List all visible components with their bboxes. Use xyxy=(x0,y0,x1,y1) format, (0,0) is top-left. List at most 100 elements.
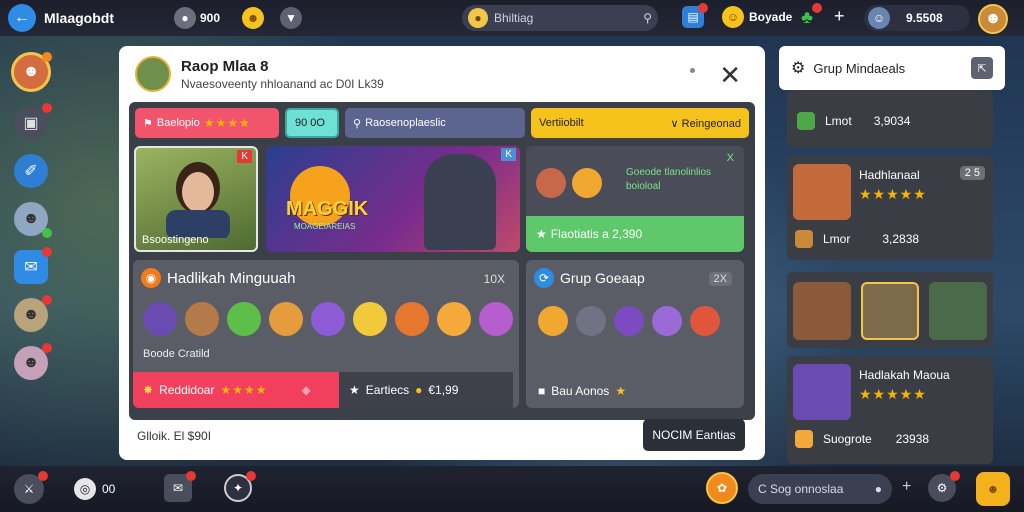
group-card-3[interactable] xyxy=(787,272,993,348)
row-value: 23938 xyxy=(895,432,930,446)
boosts-button[interactable]: ☺ Boyade xyxy=(722,6,792,28)
panel-footer-button[interactable]: NOCIM Eantias xyxy=(643,419,745,451)
egg-creature-icon[interactable] xyxy=(269,302,303,336)
red-orb-icon[interactable] xyxy=(690,306,720,336)
bottom-search-field[interactable]: C Sog onnoslaa ● xyxy=(748,474,892,504)
rail-inventory-button[interactable]: ▣ xyxy=(14,103,52,140)
lilac-orb-icon[interactable] xyxy=(652,306,682,336)
bottom-counter[interactable]: ◎ 00 xyxy=(74,478,115,500)
bottom-compass-button[interactable]: ✦ xyxy=(224,471,256,502)
rating-stars: ★★★★ xyxy=(203,116,251,130)
cowboy-portrait[interactable] xyxy=(793,282,851,340)
featured-hero-card[interactable]: K Bsoostingeno xyxy=(134,146,258,252)
notification-badge xyxy=(812,3,822,13)
goblin-icon xyxy=(797,112,815,130)
collection-label: Boode Cratild xyxy=(143,348,210,360)
close-button[interactable]: ✕ xyxy=(719,60,741,91)
bottom-add-button[interactable]: + xyxy=(902,478,911,496)
filter-chip-sort[interactable]: Vertiiobilt ∨ Reingeonad xyxy=(531,108,749,138)
plus-icon: + xyxy=(902,478,912,495)
armored-cat-portrait[interactable] xyxy=(861,282,919,340)
search-icon: ⚲ xyxy=(643,11,652,25)
player-avatar-icon: ☺ xyxy=(868,7,890,29)
quill-icon: ✐ xyxy=(24,163,38,180)
rail-avatar-hero[interactable]: ☻ xyxy=(11,52,52,92)
notification-badge xyxy=(186,471,196,481)
guild-avatar-icon: ☻ xyxy=(22,354,40,371)
row-content: Suogrote 23938 xyxy=(795,430,929,448)
top-search-field[interactable]: ● Bhiltiag ⚲ xyxy=(462,5,658,31)
collection-count: 10X xyxy=(483,272,505,286)
star-icon: ★ xyxy=(536,227,547,241)
bottom-profile-button[interactable]: ☻ xyxy=(976,472,1010,506)
filter-chip-rating[interactable]: ⚑ Baelopio ★★★★ xyxy=(135,108,279,138)
rail-chat-button[interactable]: ✉ xyxy=(14,247,52,284)
creature-row xyxy=(143,302,513,336)
hooded-creature-portrait xyxy=(793,364,851,420)
purple-creature-icon[interactable] xyxy=(143,302,177,336)
back-button[interactable]: ← xyxy=(8,4,36,32)
bird-creature-icon[interactable] xyxy=(353,302,387,336)
tiger-creature-icon[interactable] xyxy=(437,302,471,336)
rail-friend-button[interactable]: ☻ xyxy=(14,202,52,238)
panel-title: Raop Mlaa 8 xyxy=(181,57,269,75)
group-card-4[interactable]: Hadlakah Maoua ★★★★★ Suogrote 23938 xyxy=(787,356,993,464)
collection-card[interactable]: ◉ Hadlikah Minguuah 10X Boode Cratild ✸ … xyxy=(133,260,519,408)
panel-body: ⚑ Baelopio ★★★★ 90 0O ⚲ Raosenoplaeslic … xyxy=(129,102,755,420)
profile-avatar[interactable]: ☻ xyxy=(978,4,1008,34)
panel-subtitle: Nvaesoveenty nhloanand ac D0I Lk39 xyxy=(181,76,384,91)
soldier-portrait[interactable] xyxy=(929,282,987,340)
violet-orb-icon[interactable] xyxy=(614,306,644,336)
bottom-quest-button[interactable]: ⚔ xyxy=(14,471,48,504)
calendar-button[interactable]: ▤ xyxy=(682,3,708,28)
row-name: Lmot xyxy=(825,114,852,128)
reward-label: Reddidoar xyxy=(159,383,215,397)
chip-label: Raosenoplaeslic xyxy=(365,117,446,129)
magic-event-card[interactable]: MAGGIK MOAGEIAREIAS K xyxy=(266,146,520,252)
reward-button[interactable]: ✸ Reddidoar ★★★★ ◆ xyxy=(133,372,339,408)
shield-icon: ▼ xyxy=(280,7,303,29)
fox-creature-icon[interactable] xyxy=(395,302,429,336)
panel-footer-text: Glloik. El $90I xyxy=(137,429,212,443)
group-row-1[interactable]: Lmot 3,9034 xyxy=(787,90,993,148)
player-avatar[interactable] xyxy=(135,56,171,92)
clover-button[interactable]: ♣ xyxy=(796,3,822,28)
corner-badge: K xyxy=(237,150,252,163)
filter-chip-search[interactable]: ⚲ Raosenoplaeslic xyxy=(345,108,525,138)
puzzle-icon: ■ xyxy=(538,384,546,398)
magic-subtitle: MOAGEIAREIAS xyxy=(294,222,356,231)
offer-card[interactable]: Goeode tlanolinlios boioloal X ★ Flaotia… xyxy=(526,146,744,252)
bottom-fire-button[interactable]: ✿ xyxy=(706,472,738,504)
add-button[interactable]: + xyxy=(834,6,845,27)
pink-creature-icon[interactable] xyxy=(479,302,513,336)
bottom-settings-button[interactable]: ⚙ xyxy=(928,471,960,502)
group-card[interactable]: ⟳ Grup Goeaap 2X ■ Bau Aonos ★ xyxy=(526,260,744,408)
top-search-placeholder: Bhiltiag xyxy=(494,11,534,25)
rail-quest-button[interactable]: ✐ xyxy=(14,154,48,188)
rail-ally-button[interactable]: ☻ xyxy=(14,295,52,332)
warrior-creature-icon[interactable] xyxy=(185,302,219,336)
stone-orb-icon[interactable] xyxy=(576,306,606,336)
goblin-creature-icon[interactable] xyxy=(227,302,261,336)
orb-creature-icon[interactable] xyxy=(311,302,345,336)
gold-orb-icon[interactable] xyxy=(538,306,568,336)
gold-counter[interactable]: ☺ 9.5508 xyxy=(864,5,970,31)
chick-button[interactable]: ☻ xyxy=(242,7,265,29)
bottom-mail-button[interactable]: ✉ xyxy=(164,471,196,502)
row-content: Lmot 3,9034 xyxy=(797,112,910,130)
row-name: Lmor xyxy=(823,232,851,246)
badge-icon xyxy=(795,430,813,448)
coins-counter[interactable]: ● 900 xyxy=(174,7,220,29)
rail-guild-button[interactable]: ☻ xyxy=(14,343,52,380)
group-card-2[interactable]: Hadhlanaal 2 5 ★★★★★ Lmor 3,2838 xyxy=(787,156,993,260)
chip-label: Vertiiobilt xyxy=(539,117,584,129)
friend-avatar-icon: ☻ xyxy=(22,210,40,227)
purchase-button[interactable]: ★ Eartiecs ● €1,99 xyxy=(339,372,513,408)
gear-icon: ⚙ xyxy=(791,60,806,77)
filter-chip-count[interactable]: 90 0O xyxy=(285,108,339,138)
group-footer-label: Bau Aonos xyxy=(551,384,610,398)
offer-close-button[interactable]: X xyxy=(727,152,734,164)
shield-button[interactable]: ▼ xyxy=(280,7,303,29)
offer-buy-button[interactable]: ★ Flaotiatis a 2,390 xyxy=(526,216,744,252)
expand-button[interactable]: ⇱ xyxy=(971,57,993,79)
